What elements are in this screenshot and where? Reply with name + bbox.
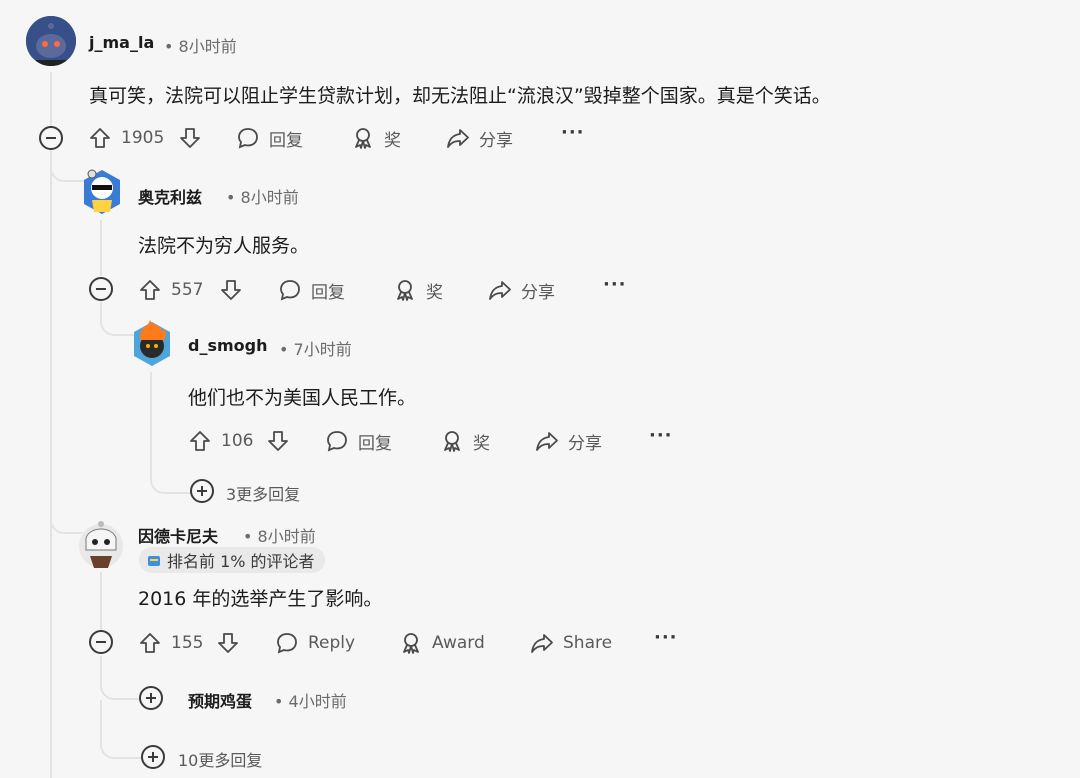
ellipsis-icon[interactable]: ··· xyxy=(649,425,673,446)
upvote-button[interactable]: 155 xyxy=(138,628,203,658)
ellipsis-icon[interactable]: ··· xyxy=(654,627,678,648)
ellipsis-icon[interactable]: ··· xyxy=(561,122,585,143)
share-arrow-icon xyxy=(447,129,469,148)
downvote-button[interactable] xyxy=(216,628,240,658)
timestamp: • 8小时前 xyxy=(226,188,299,207)
share-button[interactable]: Share xyxy=(530,628,612,658)
upvote-arrow-icon xyxy=(90,128,110,148)
timestamp: • 7小时前 xyxy=(279,340,352,359)
vote-count: 557 xyxy=(171,280,204,300)
upvote-arrow-icon xyxy=(140,633,160,653)
more-replies-link[interactable]: 10更多回复 xyxy=(178,747,262,771)
award-button[interactable]: 奖 xyxy=(351,123,401,153)
share-label: 分享 xyxy=(568,433,602,454)
top-commenter-badge: 排名前 1% 的评论者 xyxy=(139,547,325,573)
comment-body: 他们也不为美国人民工作。 xyxy=(188,387,417,409)
comment-body: 法院不为穷人服务。 xyxy=(138,235,310,257)
share-label: 分享 xyxy=(479,130,513,151)
downvote-button[interactable] xyxy=(219,275,243,305)
comment-body: 真可笑，法院可以阻止学生贷款计划，却无法阻止“流浪汉”毁掉整个国家。真是个笑话。 xyxy=(89,85,831,107)
share-arrow-icon xyxy=(489,281,511,300)
avatar[interactable] xyxy=(76,518,126,570)
expand-replies-button[interactable] xyxy=(190,479,214,503)
share-button[interactable]: 分享 xyxy=(488,275,555,305)
username[interactable]: j_ma_la xyxy=(89,33,154,52)
award-ribbon-icon xyxy=(355,128,371,149)
more-replies-link[interactable]: 3更多回复 xyxy=(226,481,300,505)
thread-line-c4 xyxy=(100,572,102,630)
thread-line-c2 xyxy=(100,220,102,276)
reply-label: Reply xyxy=(308,633,356,653)
vote-count: 155 xyxy=(171,633,204,653)
downvote-arrow-icon xyxy=(221,280,241,300)
thread-line-c3 xyxy=(150,372,152,477)
expand-comment-button[interactable] xyxy=(139,686,163,710)
downvote-arrow-icon xyxy=(268,431,288,451)
reply-button[interactable]: 回复 xyxy=(325,426,392,456)
upvote-arrow-icon xyxy=(190,431,210,451)
award-label: Award xyxy=(432,633,485,653)
downvote-button[interactable] xyxy=(178,123,202,153)
reply-button[interactable]: 回复 xyxy=(236,123,303,153)
share-label: 分享 xyxy=(521,282,555,303)
timestamp: • 4小时前 xyxy=(274,692,347,711)
vote-count: 106 xyxy=(221,431,254,451)
upvote-button[interactable]: 1905 xyxy=(88,123,164,153)
upvote-button[interactable]: 106 xyxy=(188,426,253,456)
reply-label: 回复 xyxy=(269,130,303,151)
reply-label: 回复 xyxy=(358,433,392,454)
award-label: 奖 xyxy=(384,130,401,151)
award-button[interactable]: 奖 xyxy=(440,426,490,456)
username[interactable]: d_smogh xyxy=(188,336,267,355)
award-ribbon-icon xyxy=(397,280,413,301)
reply-button[interactable]: 回复 xyxy=(278,275,345,305)
upvote-arrow-icon xyxy=(140,280,160,300)
share-arrow-icon xyxy=(531,634,553,653)
comment-body: 2016 年的选举产生了影响。 xyxy=(138,588,383,610)
ellipsis-icon[interactable]: ··· xyxy=(603,274,627,295)
avatar[interactable] xyxy=(26,16,76,66)
share-arrow-icon xyxy=(536,432,558,451)
reply-button[interactable]: Reply xyxy=(275,628,355,658)
collapse-thread-button[interactable] xyxy=(89,630,113,654)
badge-label: 排名前 1% 的评论者 xyxy=(167,552,315,571)
speech-bubble-icon xyxy=(327,431,347,452)
speech-bubble-icon xyxy=(277,633,297,654)
thread-elbow-c2 xyxy=(50,150,84,182)
username[interactable]: 预期鸡蛋 xyxy=(188,688,252,712)
avatar[interactable] xyxy=(80,168,124,216)
thread-elbow-c4 xyxy=(50,500,82,534)
thread-elbow-more3 xyxy=(150,470,192,494)
award-ribbon-icon xyxy=(403,633,419,654)
share-button[interactable]: 分享 xyxy=(535,426,602,456)
thread-elbow-c3 xyxy=(100,302,134,336)
expand-replies-button[interactable] xyxy=(141,745,165,769)
thread-line-c1 xyxy=(50,72,52,778)
award-button[interactable]: Award xyxy=(399,628,485,658)
thread-elbow-c5 xyxy=(100,656,142,700)
speech-bubble-icon xyxy=(238,128,258,149)
award-label: 奖 xyxy=(426,282,443,303)
award-label: 奖 xyxy=(473,433,490,454)
timestamp: • 8小时前 xyxy=(164,37,237,56)
share-label: Share xyxy=(563,633,613,653)
downvote-arrow-icon xyxy=(180,128,200,148)
thread-elbow-more10 xyxy=(100,700,142,759)
share-button[interactable]: 分享 xyxy=(446,123,513,153)
award-ribbon-icon xyxy=(444,431,460,452)
username[interactable]: 因德卡尼夫 xyxy=(138,523,218,547)
trophy-icon xyxy=(147,553,161,567)
vote-count: 1905 xyxy=(121,128,165,148)
downvote-arrow-icon xyxy=(218,633,238,653)
downvote-button[interactable] xyxy=(266,426,290,456)
collapse-thread-button[interactable] xyxy=(89,277,113,301)
username[interactable]: 奥克利兹 xyxy=(138,184,202,208)
timestamp: • 8小时前 xyxy=(243,527,316,546)
upvote-button[interactable]: 557 xyxy=(138,275,203,305)
speech-bubble-icon xyxy=(280,280,300,301)
reply-label: 回复 xyxy=(311,282,345,303)
award-button[interactable]: 奖 xyxy=(393,275,443,305)
collapse-thread-button[interactable] xyxy=(39,126,63,150)
avatar[interactable] xyxy=(130,318,174,368)
